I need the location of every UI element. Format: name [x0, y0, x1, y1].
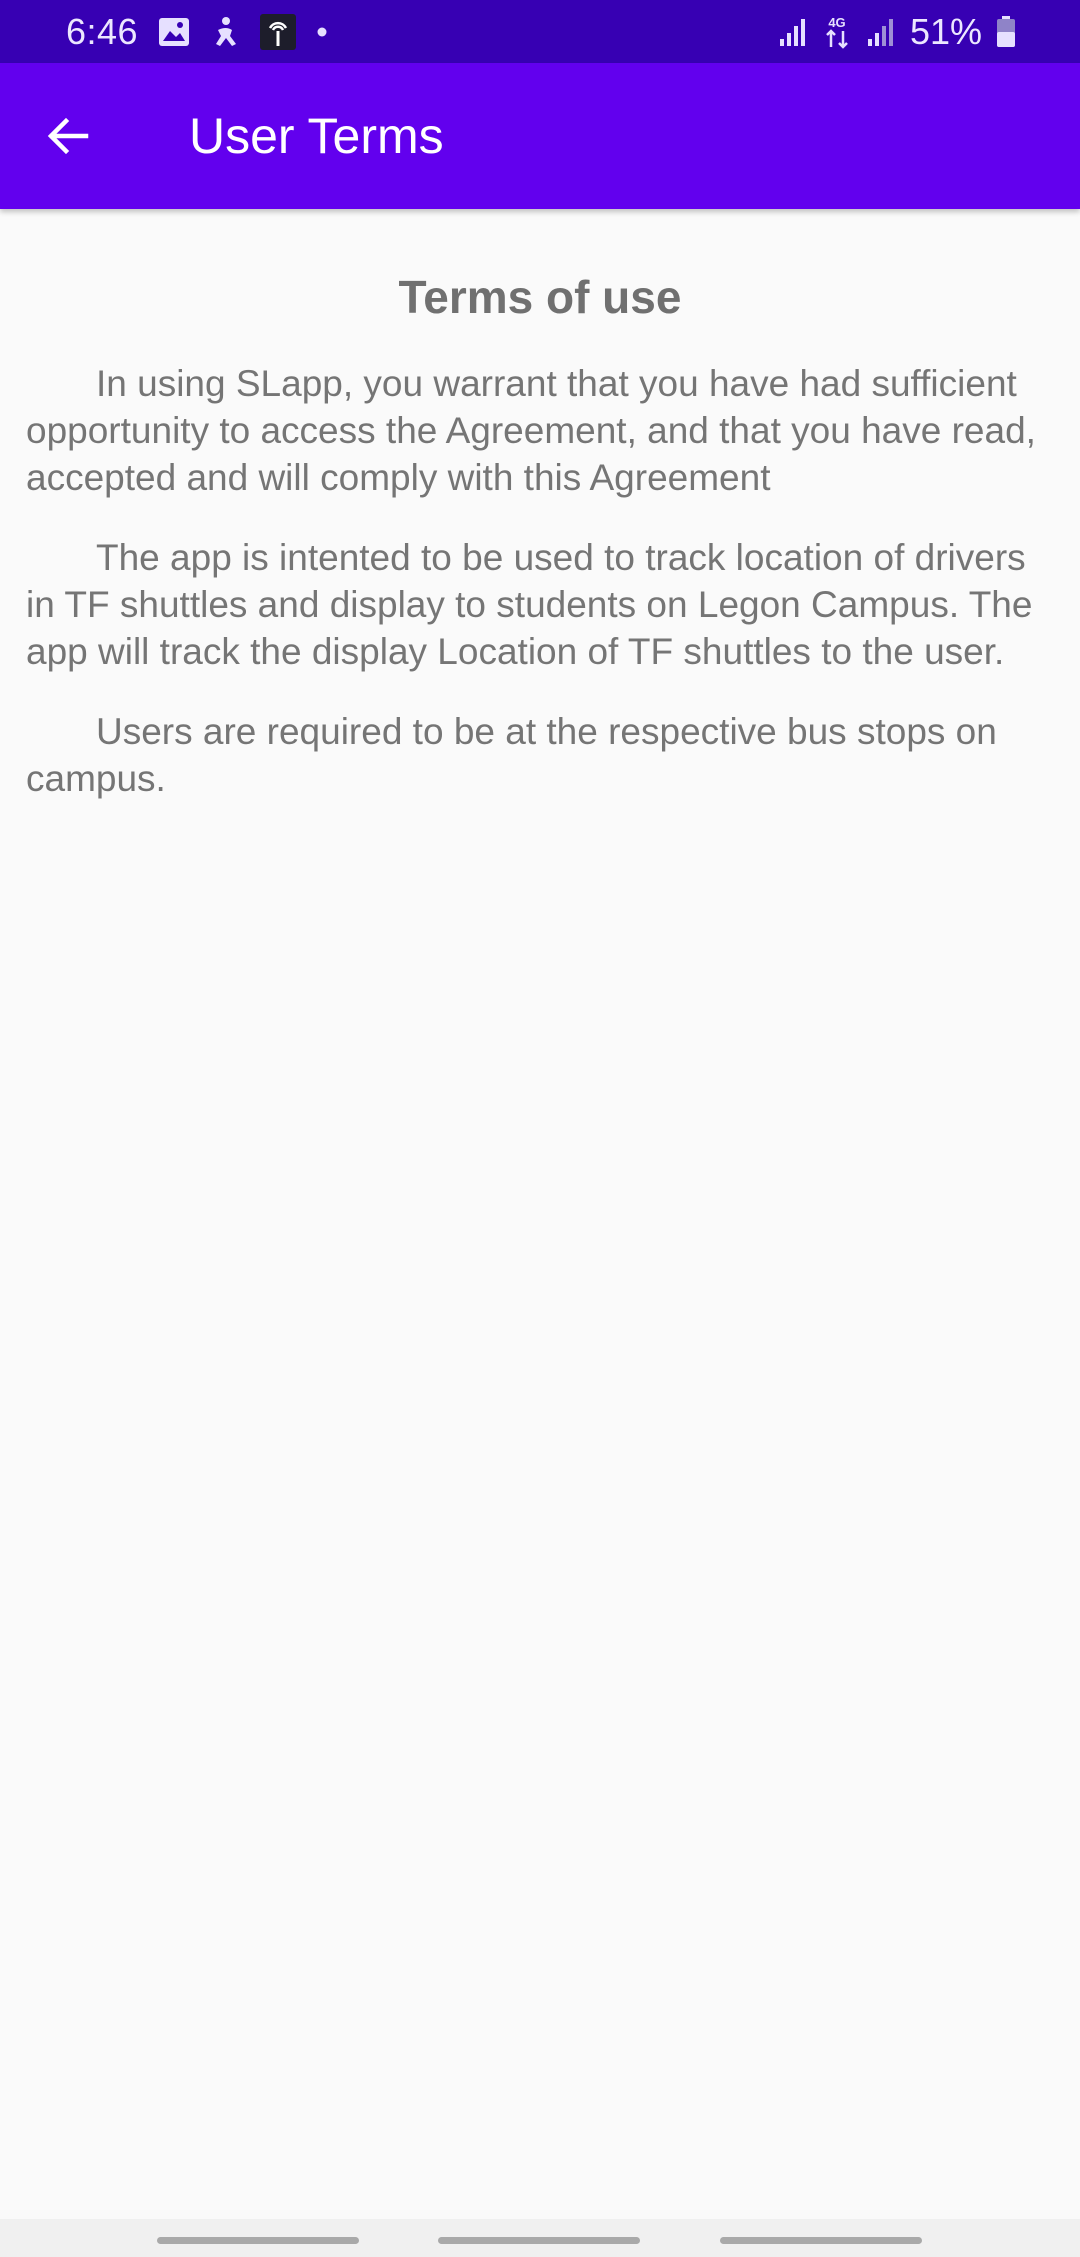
recent-apps-button[interactable]	[157, 2237, 359, 2244]
image-icon	[158, 17, 190, 47]
signal-icon	[866, 17, 896, 47]
status-time: 6:46	[66, 10, 139, 52]
dot-icon	[316, 26, 328, 38]
network-type: 4G	[828, 15, 845, 30]
page-title: User Terms	[189, 108, 444, 164]
navigation-bar	[0, 2219, 1080, 2257]
status-left-group: 6:46	[66, 0, 328, 63]
terms-heading: Terms of use	[398, 271, 682, 323]
terms-paragraph: In using SLapp, you warrant that you hav…	[26, 363, 1036, 498]
battery-icon	[996, 15, 1016, 48]
hotspot-icon	[260, 13, 297, 50]
system-back-button[interactable]	[720, 2237, 922, 2244]
accessibility-icon	[210, 16, 240, 48]
status-right-group: 4G 51%	[778, 0, 1016, 63]
arrow-back-icon	[47, 117, 89, 155]
signal-icon	[778, 17, 808, 47]
terms-content: Terms of use In using SLapp, you warrant…	[26, 270, 1054, 835]
status-bar: 6:46 4G 51%	[0, 0, 1080, 63]
terms-paragraph: The app is intented to be used to track …	[26, 537, 1033, 672]
back-button[interactable]	[30, 98, 106, 174]
data-arrows-icon: 4G	[822, 14, 852, 50]
home-button[interactable]	[438, 2237, 640, 2244]
battery-percentage: 51%	[909, 10, 982, 52]
app-bar: User Terms	[0, 63, 1080, 209]
terms-paragraph: Users are required to be at the respecti…	[26, 711, 997, 799]
